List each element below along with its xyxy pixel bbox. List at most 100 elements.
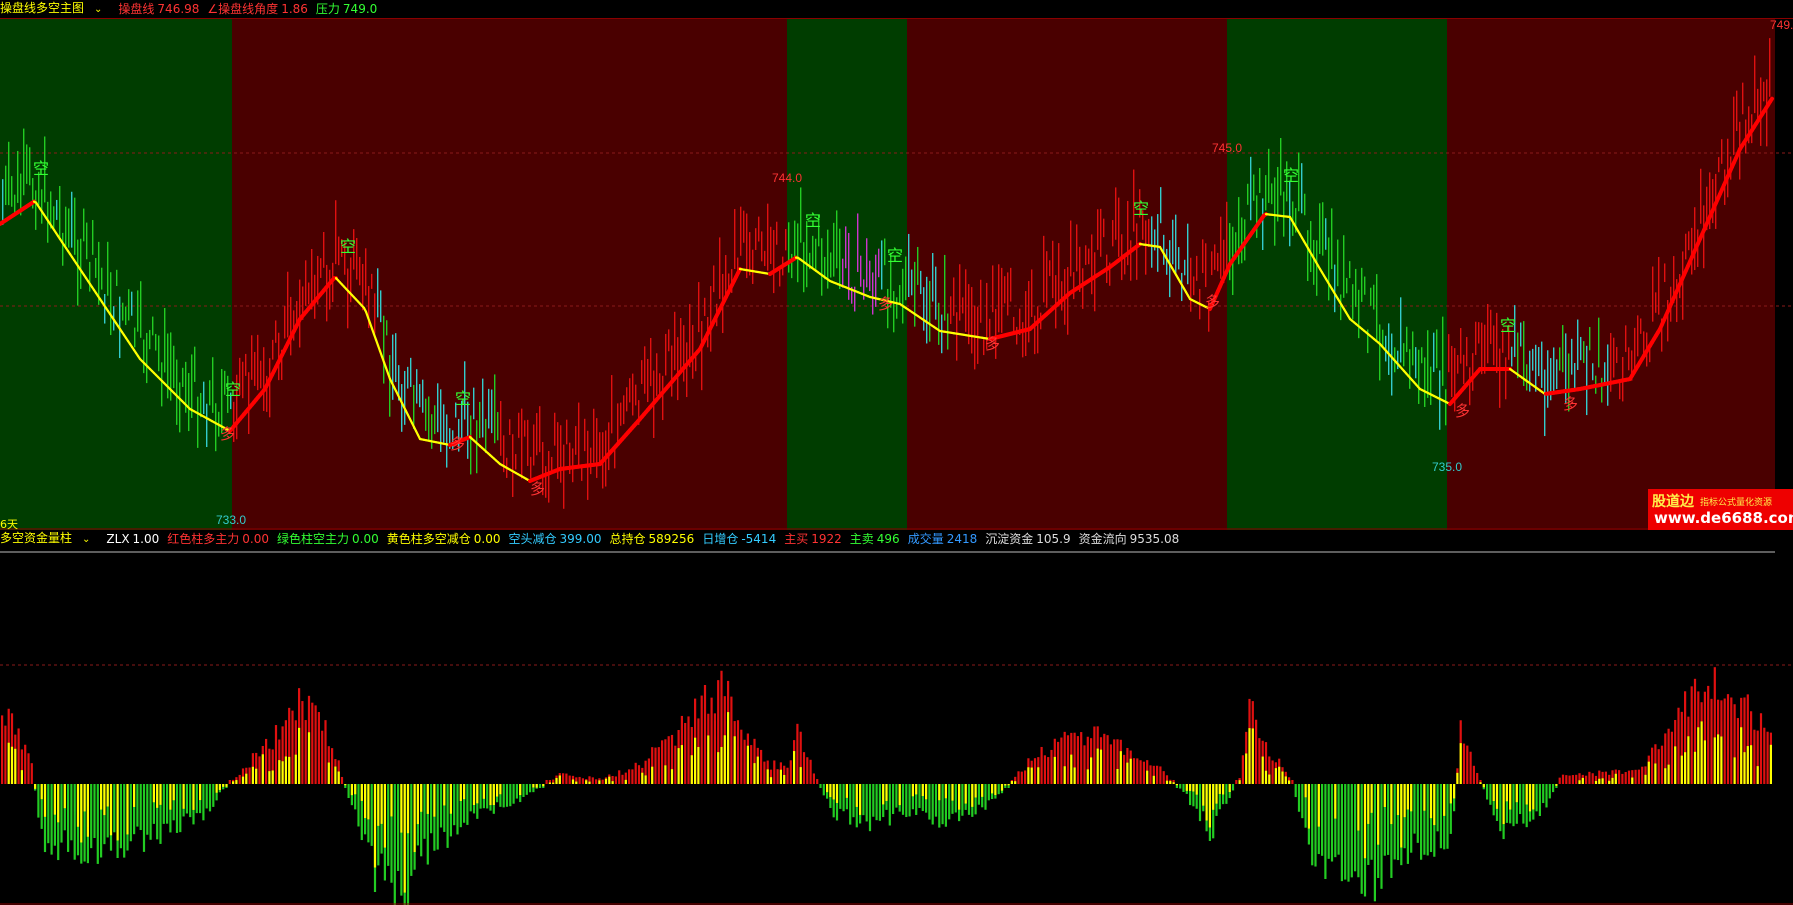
yellow-capital-bar: [938, 784, 941, 801]
red-capital-bar: [816, 779, 819, 784]
red-capital-bar: [1060, 737, 1063, 784]
price-label: 733.0: [216, 513, 246, 527]
long-signal-marker: 多: [450, 435, 465, 453]
yellow-capital-bar: [284, 756, 287, 784]
yellow-capital-bar: [383, 784, 386, 848]
red-capital-bar: [700, 695, 703, 784]
green-capital-bar: [984, 784, 987, 810]
price-bar: [1607, 344, 1609, 406]
green-capital-bar: [1446, 784, 1449, 849]
price-bar: [752, 249, 754, 284]
price-bar: [530, 456, 532, 479]
price-bar: [1007, 272, 1009, 316]
yellow-capital-bar: [1756, 766, 1759, 784]
price-bar: [1427, 330, 1429, 398]
red-capital-bar: [1241, 755, 1244, 784]
sub-indicator-selector[interactable]: 多空资金量柱 ⌄: [0, 529, 98, 549]
price-bar: [1304, 193, 1306, 216]
price-bar: [1214, 244, 1216, 270]
main-indicator-value: 749.0: [342, 2, 378, 16]
price-bar: [515, 454, 517, 470]
price-bar: [401, 384, 403, 432]
yellow-capital-bar: [670, 769, 674, 784]
price-bar: [896, 297, 898, 319]
price-bar: [1049, 260, 1051, 277]
price-bar: [89, 261, 91, 292]
price-bar: [1763, 81, 1765, 102]
yellow-capital-bar: [1126, 762, 1129, 784]
yellow-capital-bar: [337, 771, 340, 784]
red-capital-bar: [228, 780, 231, 784]
yellow-capital-bar: [1116, 768, 1119, 784]
red-capital-bar: [1657, 749, 1660, 784]
green-capital-bar: [195, 784, 198, 814]
price-bar: [611, 375, 613, 434]
red-capital-bar: [248, 767, 251, 784]
red-capital-bar: [1637, 769, 1640, 784]
price-bar: [560, 425, 562, 483]
green-capital-bar: [93, 784, 96, 838]
price-bar: [1163, 234, 1165, 265]
price-bar: [998, 264, 1000, 333]
price-bar: [1688, 231, 1690, 251]
sub-indicator-value: 1922: [811, 532, 842, 546]
price-bar: [1553, 347, 1555, 392]
yellow-capital-bar: [156, 784, 159, 808]
price-bar: [473, 387, 475, 420]
red-capital-bar: [1766, 731, 1769, 784]
red-capital-bar: [661, 740, 664, 784]
price-bar: [206, 403, 208, 448]
yellow-capital-bar: [294, 754, 297, 784]
price-bar: [1052, 240, 1054, 299]
yellow-capital-bar: [492, 784, 495, 806]
price-bar: [962, 297, 964, 314]
yellow-capital-bar: [532, 784, 535, 788]
price-bar: [1592, 363, 1594, 381]
price-bar: [371, 273, 373, 289]
green-capital-bar: [875, 784, 878, 821]
capital-flow-histogram[interactable]: [0, 549, 1793, 905]
price-bar: [950, 296, 952, 324]
red-capital-bar: [806, 757, 809, 784]
yellow-capital-bar: [1608, 780, 1611, 784]
price-bar: [1112, 220, 1114, 247]
main-price-chart[interactable]: 749.0745.0744.0735.0733.0空空空空空空空空空多多多多多多…: [0, 19, 1793, 530]
price-bar: [95, 258, 97, 278]
yellow-capital-bar: [83, 784, 86, 812]
price-bar: [596, 418, 598, 478]
main-indicator-item: ∠操盘线角度 1.86: [207, 2, 307, 16]
price-bar: [980, 279, 982, 323]
green-capital-bar: [212, 784, 215, 807]
green-capital-bar: [931, 784, 934, 825]
price-bar: [788, 222, 790, 273]
green-capital-bar: [888, 784, 891, 826]
green-capital-bar: [505, 784, 509, 807]
price-bar: [1010, 267, 1012, 302]
green-capital-bar: [453, 784, 456, 826]
yellow-capital-bar: [106, 784, 109, 807]
price-bar: [1259, 168, 1261, 193]
yellow-capital-bar: [664, 765, 667, 784]
green-capital-bar: [878, 784, 881, 821]
price-bar: [1166, 248, 1168, 275]
yellow-capital-bar: [1443, 784, 1446, 816]
price-bar: [1541, 341, 1543, 388]
watermark-url: www.de6688.com: [1654, 509, 1793, 527]
red-capital-bar: [581, 778, 584, 784]
price-bar: [929, 280, 931, 342]
long-signal-marker: 多: [1455, 402, 1470, 420]
yellow-capital-bar: [611, 781, 614, 784]
price-bar: [845, 226, 847, 269]
yellow-capital-bar: [651, 766, 654, 784]
yellow-capital-bar: [433, 784, 436, 817]
red-capital-bar: [4, 725, 7, 784]
yellow-capital-bar: [86, 784, 89, 837]
price-bar: [140, 281, 142, 338]
price-bar: [74, 197, 76, 255]
price-bar: [143, 339, 145, 374]
red-capital-bar: [802, 752, 806, 784]
price-bar: [917, 246, 919, 285]
main-indicator-selector[interactable]: 操盘线多空主图 ⌄: [0, 0, 110, 19]
green-capital-bar: [895, 784, 898, 808]
price-bar: [932, 253, 934, 302]
